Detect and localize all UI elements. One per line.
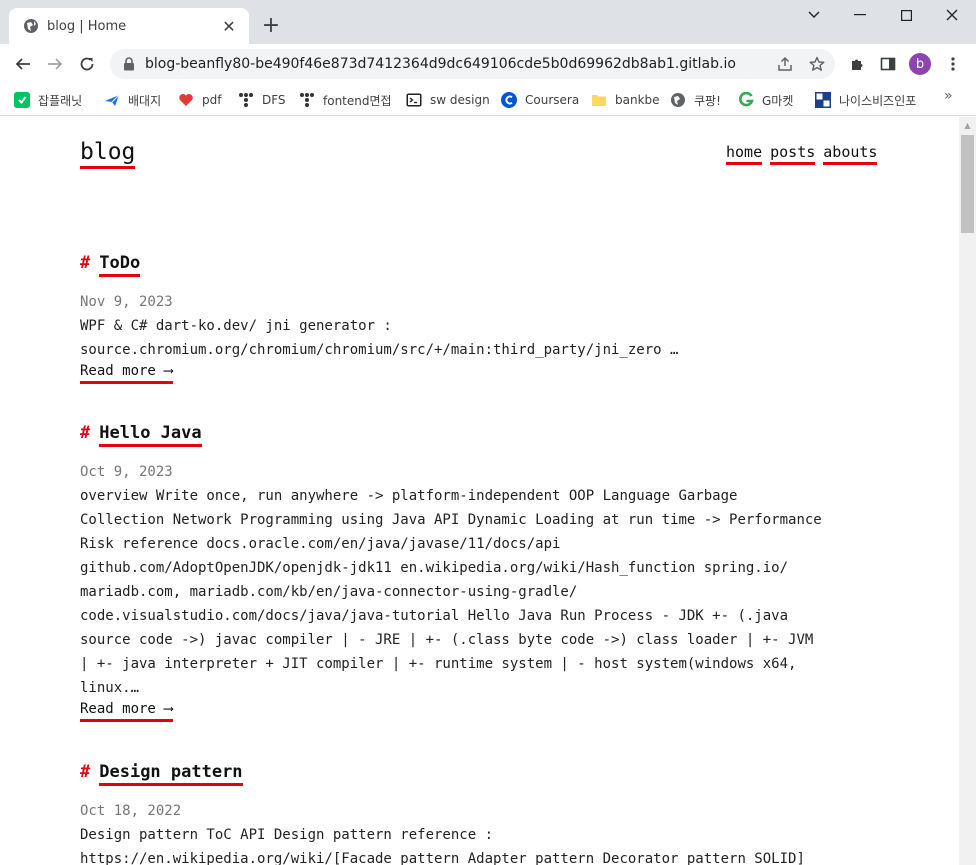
bookmark-item[interactable]: G마켓 xyxy=(738,90,793,110)
bookmark-item[interactable]: Coursera xyxy=(501,90,579,110)
close-window-button[interactable] xyxy=(929,0,975,30)
terminal-icon xyxy=(406,92,422,108)
browser-toolbar: blog-beanfly80-be490f46e873d7412364d9dc6… xyxy=(0,44,976,84)
tree-icon xyxy=(299,92,315,108)
post-hash: # xyxy=(80,253,91,273)
address-bar[interactable]: blog-beanfly80-be490f46e873d7412364d9dc6… xyxy=(110,49,835,79)
page-viewport: blog home posts abouts # ToDo Nov 9, 202… xyxy=(0,117,959,865)
folder-icon xyxy=(591,92,607,108)
globe-icon xyxy=(670,92,686,108)
bookmark-item[interactable]: 나이스비즈인포 xyxy=(815,90,916,110)
active-tab[interactable]: blog | Home ✕ xyxy=(9,8,249,44)
post-summary: overview Write once, run anywhere -> pla… xyxy=(80,488,822,696)
vertical-scrollbar[interactable]: ▲ xyxy=(959,117,976,865)
new-tab-button[interactable]: + xyxy=(259,14,283,38)
post-title: # Design pattern xyxy=(80,762,880,786)
scrollbar-thumb[interactable] xyxy=(961,135,974,233)
site-logo[interactable]: blog xyxy=(80,139,136,169)
bookmark-item[interactable]: pdf xyxy=(178,90,221,110)
url-text[interactable]: blog-beanfly80-be490f46e873d7412364d9dc6… xyxy=(145,56,771,72)
bookmark-star-icon[interactable] xyxy=(803,50,831,78)
heart-icon xyxy=(178,92,194,108)
maximize-button[interactable] xyxy=(883,0,929,30)
bookmark-item[interactable]: sw design xyxy=(406,90,490,110)
jobplanet-icon xyxy=(14,92,30,108)
post-title-link[interactable]: Design pattern xyxy=(99,762,243,786)
bookmark-item[interactable]: DFS xyxy=(238,90,286,110)
post-hash: # xyxy=(80,762,91,782)
profile-avatar[interactable]: b xyxy=(909,53,931,75)
nav-link-home[interactable]: home xyxy=(726,143,763,165)
lock-icon xyxy=(124,57,134,71)
post-date: Oct 9, 2023 xyxy=(80,464,173,480)
post-date: Oct 18, 2022 xyxy=(80,803,182,819)
extensions-puzzle-icon[interactable] xyxy=(843,50,871,78)
globe-icon xyxy=(24,19,38,33)
read-more-link[interactable]: Read more ⟶ xyxy=(80,700,173,722)
post-date: Nov 9, 2023 xyxy=(80,294,173,310)
bookmark-item[interactable]: bankbe xyxy=(591,90,660,110)
post-entry: # ToDo Nov 9, 2023 WPF & C# dart-ko.dev/… xyxy=(80,253,880,384)
reload-icon[interactable] xyxy=(73,50,101,78)
tab-search-chevron-icon[interactable] xyxy=(791,0,837,30)
forward-icon[interactable] xyxy=(41,50,69,78)
post-summary: WPF & C# dart-ko.dev/ jni generator : so… xyxy=(80,318,679,358)
post-title-link[interactable]: ToDo xyxy=(99,253,141,277)
side-panel-icon[interactable] xyxy=(874,50,902,78)
coursera-icon xyxy=(501,92,517,108)
post-summary: Design pattern ToC API Design pattern re… xyxy=(80,827,805,865)
read-more-link[interactable]: Read more ⟶ xyxy=(80,362,173,384)
g-icon xyxy=(738,92,754,108)
scroll-up-arrow-icon[interactable]: ▲ xyxy=(959,117,976,134)
bookmarks-more-button[interactable]: » xyxy=(944,88,953,104)
post-title: # ToDo xyxy=(80,253,880,277)
tab-title: blog | Home xyxy=(47,18,127,34)
bookmark-item[interactable]: 쿠팡! xyxy=(670,90,721,110)
post-title: # Hello Java xyxy=(80,423,880,447)
bookmarks-bar: 잡플래닛 배대지 pdf DFS fontend면접 sw design Cou… xyxy=(0,84,976,116)
nice-icon xyxy=(815,92,831,108)
site-nav: home posts abouts xyxy=(726,143,878,165)
back-icon[interactable] xyxy=(9,50,37,78)
bookmark-item[interactable]: 잡플래닛 xyxy=(14,90,82,110)
post-entry: # Hello Java Oct 9, 2023 overview Write … xyxy=(80,423,880,722)
close-tab-icon[interactable]: ✕ xyxy=(219,16,239,36)
post-entry: # Design pattern Oct 18, 2022 Design pat… xyxy=(80,762,880,865)
bookmark-item[interactable]: 배대지 xyxy=(104,90,161,110)
post-hash: # xyxy=(80,423,91,443)
share-icon[interactable] xyxy=(771,50,799,78)
post-title-link[interactable]: Hello Java xyxy=(99,423,202,447)
title-bar: blog | Home ✕ + xyxy=(0,0,976,44)
nav-link-abouts[interactable]: abouts xyxy=(823,143,878,165)
nav-link-posts[interactable]: posts xyxy=(770,143,816,165)
bookmark-item[interactable]: fontend면접 xyxy=(299,90,392,110)
menu-kebab-icon[interactable] xyxy=(939,50,967,78)
plane-icon xyxy=(104,92,120,108)
tree-icon xyxy=(238,92,254,108)
minimize-button[interactable] xyxy=(837,0,883,30)
